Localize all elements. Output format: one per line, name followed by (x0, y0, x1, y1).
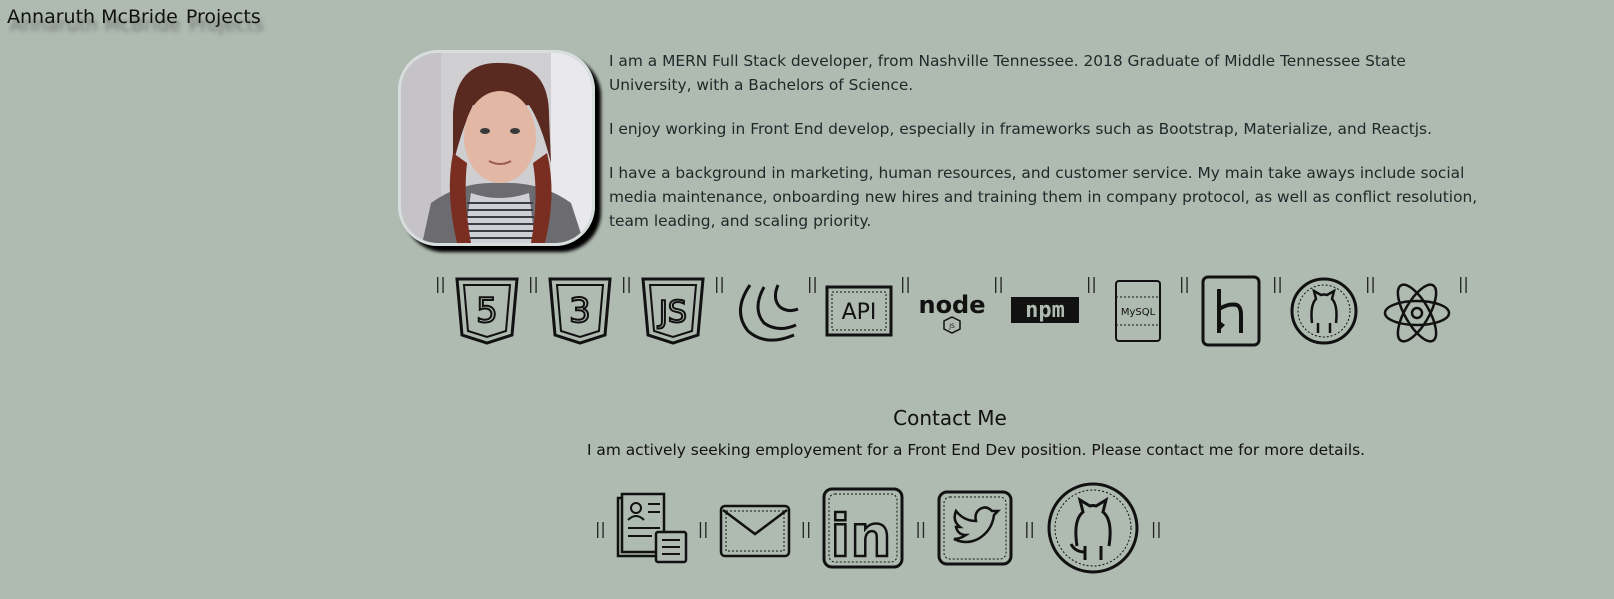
profile-photo (398, 50, 595, 246)
html5-icon: 5 (445, 272, 528, 350)
react-icon (1375, 272, 1458, 350)
twitter-icon (937, 490, 1013, 566)
separator: || (697, 518, 709, 538)
separator: || (993, 274, 1004, 293)
node-sub-label: JS (948, 323, 955, 330)
nodejs-icon: node JS (910, 272, 993, 350)
separator: || (714, 274, 725, 293)
separator: || (807, 274, 818, 293)
email-link[interactable] (719, 492, 791, 564)
linkedin-link[interactable]: in (821, 486, 905, 570)
separator: || (915, 518, 927, 538)
skills-row: || 5 || 3 || JS || || API || node JS || n… (435, 272, 1469, 352)
github-icon (1282, 272, 1365, 350)
linkedin-icon: in (822, 487, 904, 570)
about-paragraph-3: I have a background in marketing, human … (609, 164, 1478, 230)
css3-icon: 3 (538, 272, 621, 350)
separator: || (1086, 274, 1097, 293)
email-icon (719, 504, 790, 558)
separator: || (435, 274, 446, 293)
jquery-icon (724, 272, 807, 350)
about-paragraph-2: I enjoy working in Front End develop, es… (609, 120, 1432, 138)
nav-projects-link[interactable]: Projects (186, 6, 261, 28)
css3-glyph: 3 (569, 291, 591, 331)
separator: || (528, 274, 539, 293)
npm-icon: npm (1003, 272, 1086, 350)
mysql-icon: MySQL (1096, 272, 1179, 350)
separator: || (595, 518, 606, 538)
twitter-link[interactable] (936, 489, 1014, 567)
api-label: API (841, 300, 876, 325)
separator: || (1272, 274, 1283, 293)
contact-links-row: || || || in || || || (585, 480, 1172, 576)
about-paragraph-1: I am a MERN Full Stack developer, from N… (609, 52, 1406, 94)
javascript-icon: JS (631, 272, 714, 350)
mysql-label: MySQL (1120, 307, 1155, 318)
separator: || (1179, 274, 1190, 293)
node-label: node (918, 291, 985, 319)
npm-label: npm (1025, 298, 1065, 323)
javascript-glyph: JS (657, 295, 687, 330)
github-link[interactable] (1045, 480, 1141, 576)
about-section: I am a MERN Full Stack developer, from N… (609, 49, 1489, 253)
linkedin-glyph: in (831, 502, 892, 570)
html5-glyph: 5 (476, 291, 498, 331)
contact-description: I am actively seeking employement for a … (587, 441, 1366, 459)
resume-link[interactable] (616, 492, 688, 564)
separator: || (800, 518, 812, 538)
separator: || (1458, 274, 1469, 293)
github-contact-icon (1047, 482, 1139, 574)
heroku-icon (1189, 272, 1272, 350)
nav-name-link[interactable]: Annaruth McBride (7, 6, 178, 28)
api-icon: API (817, 272, 900, 350)
resume-icon (616, 492, 688, 564)
top-nav: Annaruth McBride Projects (7, 6, 261, 28)
separator: || (1150, 518, 1162, 538)
separator: || (1024, 518, 1035, 538)
separator: || (900, 274, 911, 293)
separator: || (1365, 274, 1376, 293)
separator: || (621, 274, 632, 293)
contact-heading: Contact Me (893, 406, 1007, 430)
